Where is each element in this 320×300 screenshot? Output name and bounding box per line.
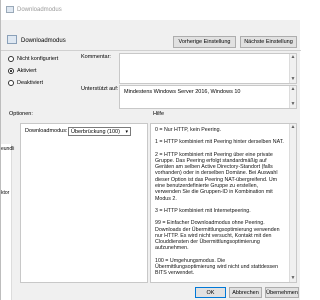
scroll-down-icon[interactable]: ▼ xyxy=(290,275,296,282)
scroll-up-icon[interactable]: ▲ xyxy=(290,54,296,61)
radio-not-configured-dot[interactable] xyxy=(8,56,14,62)
help-paragraph: 3 = HTTP kombiniert mit Internetpeering. xyxy=(155,207,251,214)
help-pane: 0 = Nur HTTP, kein Peering. 1 = HTTP kom… xyxy=(150,123,297,283)
policy-icon xyxy=(6,6,14,13)
title-bar: Downloadmodus xyxy=(1,0,301,20)
left-panel-fragment: eundli ktor xyxy=(1,144,15,300)
policy-dialog: Downloadmodus Downloadmodus Vorherige Ei… xyxy=(0,0,301,300)
scroll-up-icon[interactable]: ▲ xyxy=(290,86,296,93)
help-paragraph: 100 = Umgehungsmodus. Die Übermittlungso… xyxy=(155,257,279,277)
help-scrollbar[interactable]: ▲ ▼ xyxy=(289,124,296,282)
next-setting-button[interactable]: Nächste Einstellung xyxy=(240,36,297,48)
radio-not-configured[interactable]: Nicht konfiguriert xyxy=(8,56,58,62)
header-separator xyxy=(1,50,301,51)
radio-enabled-label: Aktiviert xyxy=(17,68,37,74)
supported-label: Unterstützt auf: xyxy=(81,86,119,92)
radio-disabled-dot[interactable] xyxy=(8,80,14,86)
scroll-down-icon[interactable]: ▼ xyxy=(290,76,296,83)
scroll-down-icon[interactable]: ▼ xyxy=(290,101,296,108)
ok-button[interactable]: OK xyxy=(195,287,226,298)
previous-setting-button[interactable]: Vorherige Einstellung xyxy=(173,36,236,48)
options-pane: Downloadmodus: Überbrückung (100) ▾ xyxy=(20,123,148,283)
radio-disabled[interactable]: Deaktiviert xyxy=(8,80,43,86)
comment-textbox[interactable]: ▲ ▼ xyxy=(119,53,297,84)
radio-disabled-label: Deaktiviert xyxy=(17,80,43,86)
cancel-button[interactable]: Abbrechen xyxy=(229,287,262,298)
download-mode-select[interactable]: Überbrückung (100) ▾ xyxy=(68,127,131,136)
supported-value: Mindestens Windows Server 2016, Windows … xyxy=(124,89,241,95)
help-section-label: Hilfe xyxy=(153,111,165,117)
scroll-up-icon[interactable]: ▲ xyxy=(290,124,296,131)
supported-scrollbar[interactable]: ▲ ▼ xyxy=(289,86,296,108)
options-section-label: Optionen: xyxy=(9,111,33,117)
download-mode-label: Downloadmodus: xyxy=(25,128,68,134)
help-paragraph: 2 = HTTP kombiniert mit Peering über ein… xyxy=(155,151,278,202)
help-text: 0 = Nur HTTP, kein Peering. 1 = HTTP kom… xyxy=(151,124,289,277)
supported-field: Mindestens Windows Server 2016, Windows … xyxy=(119,85,297,109)
radio-not-configured-label: Nicht konfiguriert xyxy=(17,56,59,62)
setting-title: Downloadmodus xyxy=(21,38,66,44)
download-mode-value: Überbrückung (100) xyxy=(71,128,120,135)
comment-scrollbar[interactable]: ▲ ▼ xyxy=(289,54,296,83)
setting-icon xyxy=(7,35,17,44)
comment-label: Kommentar: xyxy=(81,54,111,60)
help-paragraph: 0 = Nur HTTP, kein Peering. xyxy=(155,127,221,133)
window-title: Downloadmodus xyxy=(17,7,62,13)
left-fragment-1: eundli xyxy=(1,146,15,152)
help-paragraph: 99 = Einfacher Downloadmodus ohne Peerin… xyxy=(155,220,280,252)
help-paragraph: 1 = HTTP kombiniert mit Peering hinter d… xyxy=(155,139,284,146)
radio-enabled[interactable]: Aktiviert xyxy=(8,68,37,74)
apply-button[interactable]: Übernehmen xyxy=(265,287,299,298)
left-fragment-2: ktor xyxy=(1,190,10,196)
radio-enabled-dot[interactable] xyxy=(8,68,14,74)
chevron-down-icon[interactable]: ▾ xyxy=(125,129,128,135)
